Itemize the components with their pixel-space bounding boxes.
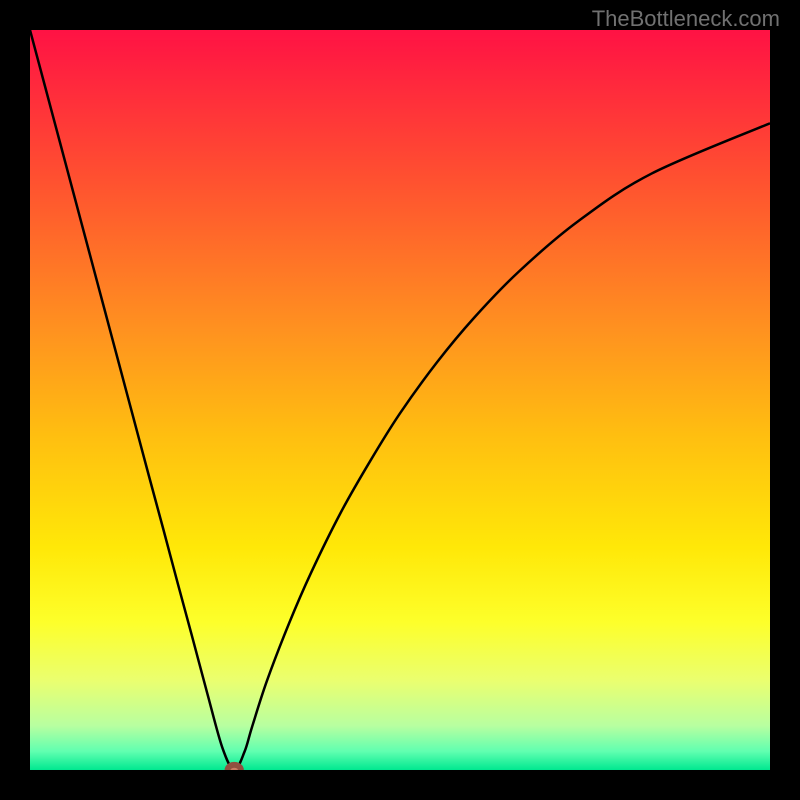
chart-frame: TheBottleneck.com bbox=[0, 0, 800, 800]
plot-area bbox=[30, 30, 770, 770]
curve-layer bbox=[30, 30, 770, 770]
watermark-text: TheBottleneck.com bbox=[592, 6, 780, 32]
bottleneck-curve bbox=[30, 30, 770, 770]
minimum-marker bbox=[228, 765, 241, 770]
